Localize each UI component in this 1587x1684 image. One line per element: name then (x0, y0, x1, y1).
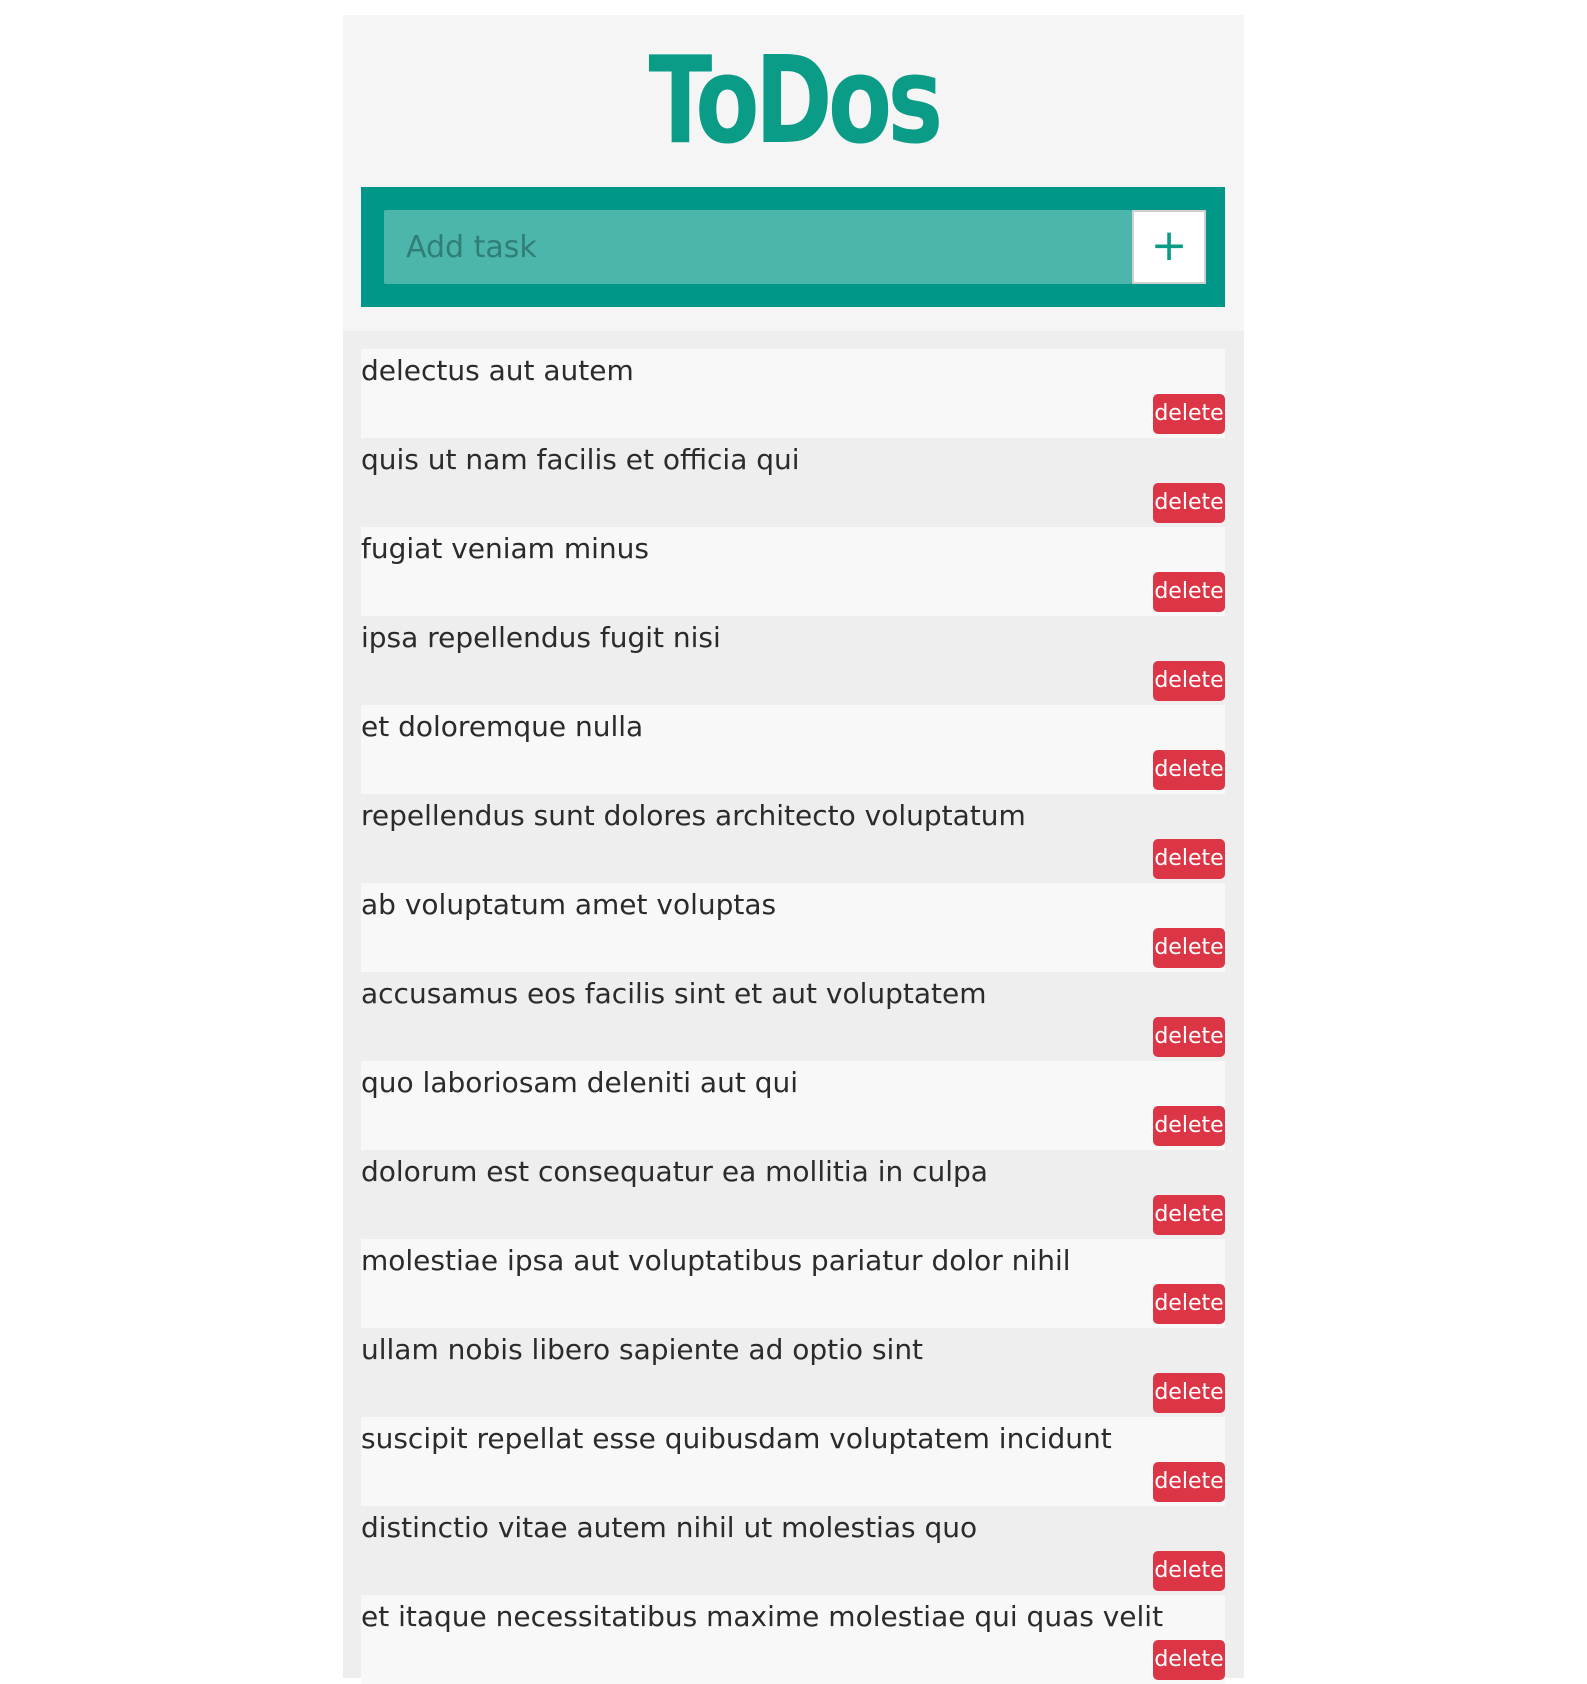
todo-item-text: accusamus eos facilis sint et aut volupt… (361, 977, 987, 1010)
todo-item: accusamus eos facilis sint et aut volupt… (361, 972, 1225, 1061)
todo-item-text: dolorum est consequatur ea mollitia in c… (361, 1155, 988, 1188)
delete-button[interactable]: delete (1153, 483, 1225, 523)
todo-item-text: ullam nobis libero sapiente ad optio sin… (361, 1333, 924, 1366)
todo-item-text: suscipit repellat esse quibusdam volupta… (361, 1422, 1112, 1455)
todo-item: distinctio vitae autem nihil ut molestia… (361, 1506, 1225, 1595)
delete-button[interactable]: delete (1153, 1284, 1225, 1324)
add-task-button[interactable]: + (1132, 210, 1206, 284)
add-task-bar: + (361, 187, 1225, 307)
page-title: ToDos (648, 32, 943, 171)
todo-item-text: molestiae ipsa aut voluptatibus pariatur… (361, 1244, 1071, 1277)
todo-item-text: ab voluptatum amet voluptas (361, 888, 777, 921)
todo-item: ab voluptatum amet voluptas delete (361, 883, 1225, 972)
add-task-input[interactable] (384, 210, 1132, 284)
todo-item: repellendus sunt dolores architecto volu… (361, 794, 1225, 883)
todo-item: quis ut nam facilis et officia qui delete (361, 438, 1225, 527)
delete-button[interactable]: delete (1153, 1640, 1225, 1680)
todo-item: ipsa repellendus fugit nisi delete (361, 616, 1225, 705)
todo-item: et itaque necessitatibus maxime molestia… (361, 1595, 1225, 1684)
todo-item: ullam nobis libero sapiente ad optio sin… (361, 1328, 1225, 1417)
todo-item-text: repellendus sunt dolores architecto volu… (361, 799, 1026, 832)
todo-item: molestiae ipsa aut voluptatibus pariatur… (361, 1239, 1225, 1328)
delete-button[interactable]: delete (1153, 1106, 1225, 1146)
todo-list: delectus aut autem delete quis ut nam faci… (343, 331, 1244, 1684)
delete-button[interactable]: delete (1153, 839, 1225, 879)
todo-item: dolorum est consequatur ea mollitia in c… (361, 1150, 1225, 1239)
todo-item-text: quis ut nam facilis et officia qui (361, 443, 800, 476)
todo-item-text: distinctio vitae autem nihil ut molestia… (361, 1511, 978, 1544)
delete-button[interactable]: delete (1153, 750, 1225, 790)
delete-button[interactable]: delete (1153, 1551, 1225, 1591)
todo-item-text: ipsa repellendus fugit nisi (361, 621, 721, 654)
todo-item-text: fugiat veniam minus (361, 532, 649, 565)
todo-item-text: quo laboriosam deleniti aut qui (361, 1066, 799, 1099)
delete-button[interactable]: delete (1153, 1462, 1225, 1502)
delete-button[interactable]: delete (1153, 1195, 1225, 1235)
todo-item: quo laboriosam deleniti aut qui delete (361, 1061, 1225, 1150)
delete-button[interactable]: delete (1153, 661, 1225, 701)
delete-button[interactable]: delete (1153, 1017, 1225, 1057)
todo-item: suscipit repellat esse quibusdam volupta… (361, 1417, 1225, 1506)
delete-button[interactable]: delete (1153, 394, 1225, 434)
todo-item: delectus aut autem delete (361, 349, 1225, 438)
todo-item-text: et itaque necessitatibus maxime molestia… (361, 1600, 1164, 1633)
todo-item: fugiat veniam minus delete (361, 527, 1225, 616)
delete-button[interactable]: delete (1153, 1373, 1225, 1413)
plus-icon: + (1150, 220, 1188, 271)
todo-app: ToDos + delectus aut autemdeletequis ut … (343, 15, 1244, 1684)
delete-button[interactable]: delete (1153, 928, 1225, 968)
todo-item-text: delectus aut autem (361, 354, 634, 387)
todo-item: et doloremque nulla delete (361, 705, 1225, 794)
todo-item-text: et doloremque nulla (361, 710, 644, 743)
delete-button[interactable]: delete (1153, 572, 1225, 612)
header: ToDos + (343, 15, 1244, 331)
